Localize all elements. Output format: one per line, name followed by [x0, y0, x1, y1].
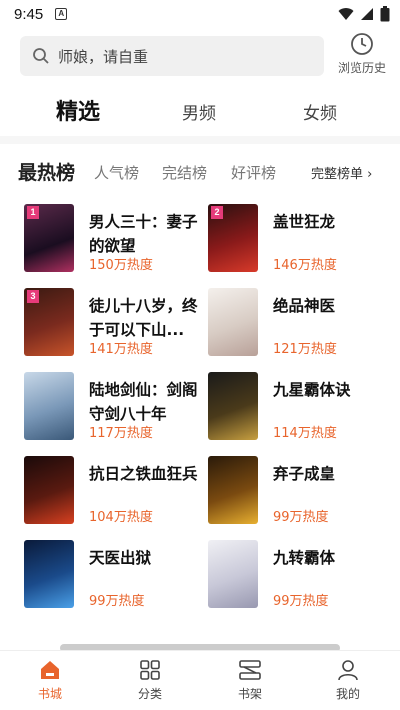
battery-icon [380, 6, 390, 22]
book-cover [208, 372, 258, 440]
book-item[interactable]: 天医出狱 99万热度 [24, 540, 214, 616]
book-cover [208, 540, 258, 608]
channel-tabs: 精选 男频 女频 [0, 86, 400, 136]
profile-icon [338, 660, 358, 681]
clock-icon [351, 33, 373, 55]
book-title: 徒儿十八岁，终于可以下山... [89, 297, 198, 339]
book-heat: 141万热度 [89, 342, 153, 357]
search-placeholder: 师娘，请自重 [58, 47, 149, 66]
nav-label: 我的 [335, 687, 360, 701]
home-icon [41, 661, 59, 679]
rank-badge: 2 [211, 206, 223, 219]
book-item[interactable]: 2 盖世狂龙 146万热度 [208, 204, 398, 280]
section-divider [0, 136, 400, 144]
book-title: 天医出狱 [89, 549, 152, 567]
search-row: 师娘，请自重 浏览历史 [0, 30, 400, 82]
nav-label: 分类 [137, 687, 162, 701]
book-item[interactable]: 绝品神医 121万热度 [208, 288, 398, 364]
book-heat: 146万热度 [273, 258, 337, 273]
book-cover [208, 288, 258, 356]
nav-bookstore[interactable]: 书城 [20, 659, 80, 702]
book-item[interactable]: 3 徒儿十八岁，终于可以下山... 141万热度 [24, 288, 214, 364]
status-time: 9:45 [14, 5, 44, 23]
book-item[interactable]: 九转霸体 99万热度 [208, 540, 398, 616]
book-title: 抗日之铁血狂兵 [89, 465, 198, 483]
rank-badge: 1 [27, 206, 39, 219]
next-section-peek [0, 628, 400, 650]
book-heat: 99万热度 [89, 594, 145, 609]
book-cover: 2 [208, 204, 258, 272]
book-heat: 114万热度 [273, 426, 337, 441]
bookshelf-icon [239, 660, 261, 680]
book-heat: 104万热度 [89, 510, 153, 525]
history-label: 浏览历史 [337, 61, 386, 75]
book-cover: 3 [24, 288, 74, 356]
tab-rated[interactable]: 好评榜 [231, 162, 276, 183]
book-cover [24, 372, 74, 440]
book-item[interactable]: 九星霸体诀 114万热度 [208, 372, 398, 448]
book-heat: 121万热度 [273, 342, 337, 357]
status-bar: 9:45 A [0, 0, 400, 28]
tab-female[interactable]: 女频 [303, 99, 337, 124]
book-cover [24, 540, 74, 608]
book-heat: 99万热度 [273, 594, 329, 609]
book-title: 绝品神医 [273, 297, 336, 315]
book-item[interactable]: 弃子成皇 99万热度 [208, 456, 398, 532]
book-cover: 1 [24, 204, 74, 272]
ranking-title: 最热榜 [18, 162, 76, 184]
book-heat: 150万热度 [89, 258, 153, 273]
book-title: 弃子成皇 [273, 465, 336, 483]
nav-category[interactable]: 分类 [120, 659, 180, 702]
book-title: 九转霸体 [273, 549, 336, 567]
signal-icon [361, 8, 373, 20]
nav-label: 书城 [37, 687, 62, 701]
book-title: 男人三十：妻子的欲望 [89, 213, 198, 255]
book-item[interactable]: 1 男人三十：妻子的欲望 150万热度 [24, 204, 214, 280]
tab-popular[interactable]: 人气榜 [94, 162, 139, 183]
wifi-icon [338, 8, 354, 20]
history-button[interactable]: 浏览历史 [332, 32, 392, 82]
nav-bookshelf[interactable]: 书架 [220, 659, 280, 702]
tab-completed[interactable]: 完结榜 [162, 162, 207, 183]
nav-profile[interactable]: 我的 [318, 659, 378, 702]
book-title: 陆地剑仙：剑阁守剑八十年 [89, 381, 198, 423]
tab-male[interactable]: 男频 [182, 99, 216, 124]
nav-label: 书架 [237, 687, 262, 701]
bottom-nav: 书城 分类 书架 我的 [0, 650, 400, 710]
book-title: 盖世狂龙 [273, 213, 336, 231]
category-icon [140, 660, 160, 680]
book-item[interactable]: 抗日之铁血狂兵 104万热度 [24, 456, 214, 532]
notification-a-icon: A [55, 8, 68, 20]
book-heat: 99万热度 [273, 510, 329, 525]
book-cover [24, 456, 74, 524]
tab-featured[interactable]: 精选 [56, 94, 100, 126]
full-list-link[interactable]: 完整榜单 › [311, 163, 372, 182]
book-title: 九星霸体诀 [273, 381, 351, 399]
book-heat: 117万热度 [89, 426, 153, 441]
search-input[interactable]: 师娘，请自重 [20, 36, 324, 76]
book-cover [208, 456, 258, 524]
rank-badge: 3 [27, 290, 39, 303]
ranking-header: 最热榜 人气榜 完结榜 好评榜 完整榜单 › [0, 152, 400, 192]
search-icon [33, 48, 49, 64]
book-item[interactable]: 陆地剑仙：剑阁守剑八十年 117万热度 [24, 372, 214, 448]
